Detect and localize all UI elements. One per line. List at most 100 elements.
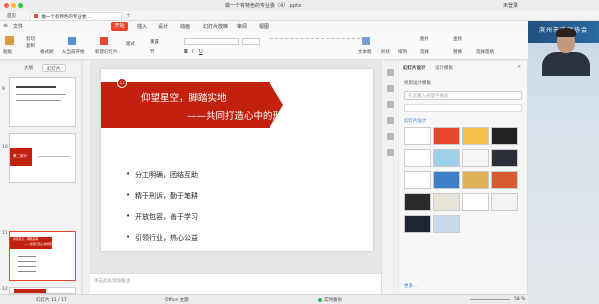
slide-thumbnail-11-selected[interactable]: 仰望星空，脚踏实地 ——共同打造心中的刑诉委 — [9, 231, 76, 281]
menu-review[interactable]: 审阅 — [237, 23, 247, 30]
font-size-select[interactable] — [242, 38, 260, 45]
font-name-select[interactable] — [184, 38, 239, 45]
copy-button[interactable]: 复制 — [26, 43, 35, 49]
new-slide-button[interactable]: 新建幻灯片 — [95, 49, 118, 55]
from-current-button[interactable]: 从当前开始 — [62, 49, 85, 55]
menu-design[interactable]: 设计 — [158, 23, 168, 30]
paste-button[interactable]: 粘贴 — [3, 49, 12, 55]
format-painter-button[interactable]: 格式刷 — [40, 49, 54, 55]
menu-icon[interactable]: ≡ — [3, 23, 9, 29]
close-window-button[interactable] — [4, 3, 9, 8]
slide-subtitle[interactable]: ——共同打造心中的刑诉委 — [187, 108, 301, 122]
template-search-input[interactable]: 在此输入关键字搜索 — [404, 91, 522, 100]
menu-slideshow[interactable]: 幻灯片放映 — [203, 23, 228, 30]
bullet-item-4[interactable]: 引领行业，热心公益 — [126, 233, 198, 243]
select-button[interactable]: 选择 — [420, 49, 429, 55]
bullet-item-1[interactable]: 分工明确，团结互助 — [126, 170, 198, 180]
template-thumb[interactable] — [404, 193, 431, 211]
format-icon[interactable] — [387, 117, 394, 124]
menu-animation[interactable]: 动画 — [180, 23, 190, 30]
italic-button[interactable]: I — [192, 49, 193, 55]
template-thumb[interactable] — [433, 127, 460, 145]
tab-slides[interactable]: 幻灯片 — [42, 64, 66, 72]
find-button[interactable]: 查找 — [453, 36, 462, 42]
template-thumb[interactable] — [433, 149, 460, 167]
slide-thumbnail-9[interactable] — [9, 77, 76, 127]
template-thumb[interactable] — [462, 193, 489, 211]
cut-button[interactable]: 剪切 — [26, 36, 35, 42]
template-thumb[interactable] — [404, 149, 431, 167]
new-tab-icon[interactable]: + — [126, 12, 131, 19]
thumb-red-banner — [14, 289, 46, 293]
shape-button[interactable]: 形状 — [381, 49, 390, 55]
window-title: 做一个有特色的专业委（4）.pptx — [225, 3, 302, 9]
notes-placeholder: 单击此处添加备注 — [94, 279, 130, 284]
menu-insert[interactable]: 插入 — [137, 23, 147, 30]
thumb-line — [18, 271, 36, 272]
user-status[interactable]: 未登录 — [503, 2, 518, 9]
tab-slide-design[interactable]: 幻灯片设计 — [403, 65, 426, 71]
zoom-slider[interactable] — [470, 299, 510, 300]
play-icon[interactable] — [68, 37, 76, 45]
template-thumb[interactable] — [491, 127, 518, 145]
template-thumb[interactable] — [462, 149, 489, 167]
tab-outline[interactable]: 大纲 — [20, 64, 37, 72]
reset-button[interactable]: 重置 — [150, 39, 159, 45]
paragraph-tools[interactable] — [270, 38, 360, 42]
select-pane-button[interactable]: 选择窗格 — [476, 49, 494, 55]
minimize-window-button[interactable] — [11, 3, 16, 8]
bold-button[interactable]: B — [184, 49, 188, 55]
zoom-level[interactable]: 58 % — [514, 297, 525, 302]
template-thumb[interactable] — [404, 127, 431, 145]
template-thumb[interactable] — [404, 171, 431, 189]
slide-thumbnail-10[interactable]: 第二部分 — [9, 133, 76, 183]
underline-button[interactable]: U — [199, 49, 203, 55]
bullet-item-2[interactable]: 精于刑诉，勤于笔耕 — [126, 191, 198, 201]
template-thumb[interactable] — [462, 127, 489, 145]
property-icon[interactable] — [387, 101, 394, 108]
paste-icon[interactable] — [5, 36, 14, 45]
arrange-button[interactable]: 排列 — [398, 49, 407, 55]
animation-icon[interactable] — [387, 85, 394, 92]
menu-view[interactable]: 视图 — [259, 23, 269, 30]
template-thumb[interactable] — [491, 149, 518, 167]
textbox-icon[interactable] — [362, 37, 370, 45]
template-thumb[interactable] — [433, 171, 460, 189]
slide-number-badge: 11 — [117, 78, 127, 88]
menu-bar: ≡ 文件 开始 插入 设计 动画 幻灯片放映 审阅 视图 — [0, 21, 599, 32]
section-button[interactable]: 节 — [150, 49, 155, 55]
replace-button[interactable]: 替换 — [453, 49, 462, 55]
template-thumb[interactable] — [462, 171, 489, 189]
tab-current-document[interactable]: 做一个有特色的专业委... — [30, 12, 122, 20]
close-icon[interactable]: × — [517, 64, 521, 70]
new-slide-icon[interactable] — [100, 37, 108, 45]
menu-start[interactable]: 开始 — [111, 22, 128, 31]
tab-design-template[interactable]: 设计模板 — [435, 65, 453, 71]
thumb-text: ——共同打造心中的刑诉委 — [24, 242, 58, 246]
template-thumb[interactable] — [491, 171, 518, 189]
layout-button[interactable]: 版式 — [126, 41, 135, 47]
template-thumb[interactable] — [404, 215, 431, 233]
more-link[interactable]: 更多... — [404, 283, 417, 289]
backup-status[interactable]: 实时备份 — [324, 297, 342, 303]
template-thumb[interactable] — [433, 215, 460, 233]
backup-status-icon — [318, 298, 322, 302]
textbox-button[interactable]: 文本框 — [358, 49, 372, 55]
notes-pane[interactable]: 单击此处添加备注 — [90, 273, 381, 294]
template-thumb[interactable] — [491, 193, 518, 211]
maximize-window-button[interactable] — [18, 3, 23, 8]
picture-button[interactable]: 图片 — [420, 36, 429, 42]
current-slide[interactable]: 11 仰望星空，脚踏实地 ——共同打造心中的刑诉委 分工明确，团结互助 精于刑诉… — [101, 69, 373, 251]
tab-home[interactable]: 首页 — [4, 12, 19, 20]
template-thumb[interactable] — [433, 193, 460, 211]
webcam-overlay: 滨州市律师协会 — [528, 21, 599, 304]
bullet-item-3[interactable]: 开放包容，善于学习 — [126, 212, 198, 222]
document-tab-label: 做一个有特色的专业委... — [41, 15, 91, 20]
slide-thumbnail-12[interactable] — [9, 287, 76, 294]
slide-title[interactable]: 仰望星空，脚踏实地 — [141, 90, 227, 104]
shape-icon[interactable] — [387, 133, 394, 140]
menu-file[interactable]: 文件 — [13, 23, 23, 30]
design-icon[interactable] — [387, 69, 394, 76]
template-category-bar[interactable] — [404, 104, 522, 112]
settings-icon[interactable] — [387, 149, 394, 156]
